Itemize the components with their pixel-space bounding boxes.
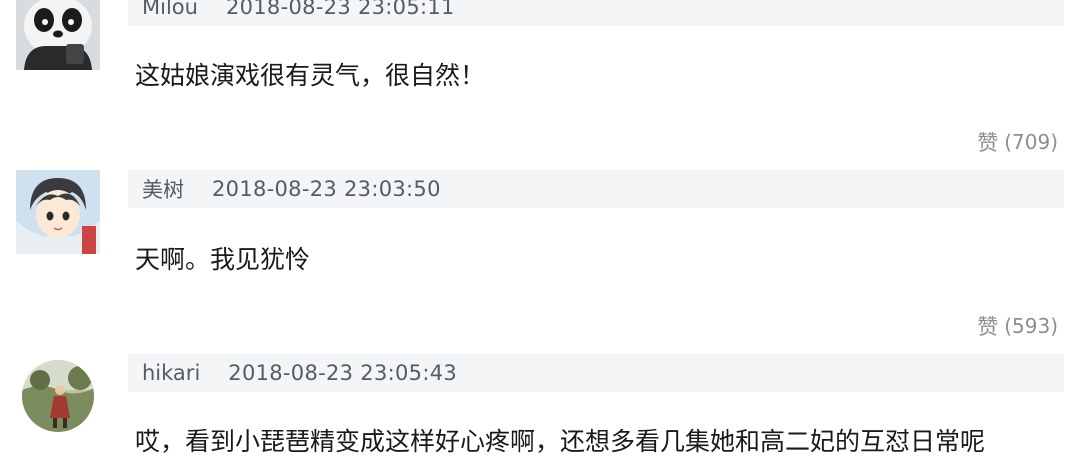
avatar[interactable] (22, 360, 94, 432)
comment-item: Milou 2018-08-23 23:05:11 这姑娘演戏很有灵气，很自然！… (0, 0, 1080, 170)
comment-meta-bar: Milou 2018-08-23 23:05:11 (128, 0, 1064, 26)
like-button[interactable]: 赞 (709) (977, 127, 1058, 157)
comment-text: 天啊。我见犹怜 (135, 245, 311, 274)
comment-meta-bar: hikari 2018-08-23 23:05:43 (128, 354, 1064, 392)
like-button[interactable]: 赞 (593) (977, 311, 1058, 341)
like-count: (593) (1004, 314, 1058, 338)
comment-text: 哎，看到小琵琶精变成这样好心疼啊，还想多看几集她和高二妃的互怼日常呢 (135, 427, 986, 456)
anime-girl-avatar-icon (16, 170, 100, 254)
comment-item: 美树 2018-08-23 23:03:50 天啊。我见犹怜 赞 (593) (0, 170, 1080, 340)
timestamp: 2018-08-23 23:05:11 (225, 0, 455, 19)
thumbs-up-icon: 赞 (977, 315, 999, 339)
comment-meta-bar: 美树 2018-08-23 23:03:50 (128, 170, 1064, 208)
username[interactable]: 美树 (142, 174, 184, 204)
avatar[interactable] (16, 170, 100, 254)
timestamp: 2018-08-23 23:05:43 (228, 361, 458, 385)
like-count: (709) (1004, 130, 1058, 154)
username[interactable]: hikari (142, 361, 200, 385)
photo-avatar-icon (22, 360, 94, 432)
timestamp: 2018-08-23 23:03:50 (212, 177, 441, 201)
avatar[interactable] (16, 0, 100, 70)
username[interactable]: Milou (142, 0, 198, 19)
thumbs-up-icon: 赞 (977, 131, 999, 155)
panda-avatar-icon (16, 0, 100, 70)
comment-text: 这姑娘演戏很有灵气，很自然！ (135, 61, 486, 90)
comment-item: hikari 2018-08-23 23:05:43 哎，看到小琵琶精变成这样好… (0, 340, 1080, 469)
